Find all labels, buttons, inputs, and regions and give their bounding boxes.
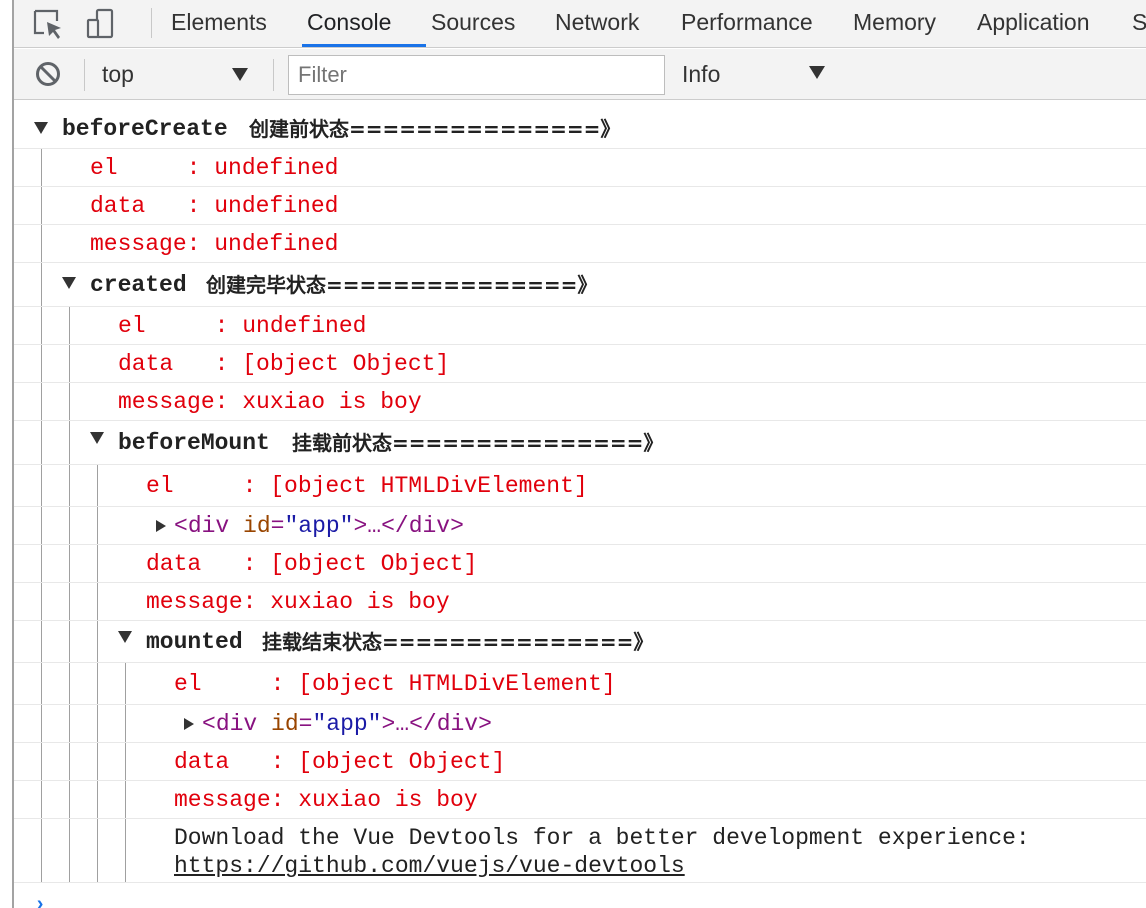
log-el: el : [object HTMLDivElement]	[174, 671, 616, 697]
log-line: el : undefined	[14, 149, 1146, 187]
tab-elements[interactable]: Elements	[171, 0, 267, 48]
log-line: data : [object Object]	[14, 743, 1146, 781]
context-selector[interactable]: top	[102, 56, 262, 92]
chevron-down-icon	[809, 66, 825, 79]
log-data: data : undefined	[90, 193, 339, 219]
log-line: message: xuxiao is boy	[14, 383, 1146, 421]
toolbar-divider	[273, 59, 274, 91]
triangle-down-icon[interactable]	[62, 277, 76, 289]
attr-equals: =	[298, 711, 313, 737]
tag-open-bracket: <	[174, 513, 188, 539]
log-message: message: undefined	[90, 231, 339, 257]
log-data: data : [object Object]	[146, 551, 478, 577]
console-toolbar: top Info	[14, 49, 1146, 100]
group-header-before-create[interactable]: beforeCreate 创建前状态===============》	[14, 109, 1146, 149]
devtools-tip-line: Download the Vue Devtools for a better d…	[14, 819, 1146, 883]
device-toolbar-icon[interactable]	[84, 7, 118, 41]
dom-node-preview[interactable]: <div id="app">…</div>	[174, 507, 464, 545]
log-level-selector[interactable]: Info	[682, 56, 842, 92]
log-line: data : [object Object]	[14, 345, 1146, 383]
tab-memory[interactable]: Memory	[853, 0, 936, 48]
tag-ellipsis: >…</	[353, 513, 409, 539]
tag-ellipsis: >…</	[381, 711, 437, 737]
group-name: created	[90, 272, 187, 298]
group-name: beforeCreate	[62, 116, 228, 142]
attr-value: "app"	[284, 513, 354, 539]
log-line: data : undefined	[14, 187, 1146, 225]
log-line: el : [object HTMLDivElement]	[14, 465, 1146, 507]
log-level-value: Info	[682, 61, 721, 87]
dom-node-line[interactable]: <div id="app">…</div>	[14, 507, 1146, 545]
triangle-down-icon[interactable]	[34, 122, 48, 134]
toolbar-divider	[84, 59, 85, 91]
attr-equals: =	[270, 513, 285, 539]
clear-console-icon[interactable]	[34, 60, 62, 88]
tab-more-cutoff[interactable]: S	[1132, 0, 1146, 48]
group-label: 创建完毕状态===============》	[206, 273, 598, 297]
attr-value: "app"	[312, 711, 382, 737]
dom-node-preview[interactable]: <div id="app">…</div>	[202, 705, 492, 743]
filter-input[interactable]	[288, 55, 665, 95]
log-line: message: xuxiao is boy	[14, 781, 1146, 819]
group-header-before-mount[interactable]: beforeMount 挂载前状态===============》	[14, 421, 1146, 465]
tab-network[interactable]: Network	[555, 0, 639, 48]
log-message: message: xuxiao is boy	[146, 589, 450, 615]
attr-name: id	[243, 513, 271, 539]
tab-console[interactable]: Console	[307, 0, 391, 48]
triangle-right-icon[interactable]	[184, 718, 194, 730]
group-label: 挂载结束状态===============》	[262, 630, 654, 654]
log-line: message: undefined	[14, 225, 1146, 263]
context-selector-value: top	[102, 61, 134, 87]
dom-node-line[interactable]: <div id="app">…</div>	[14, 705, 1146, 743]
tag-close-name: div	[436, 711, 479, 737]
chevron-down-icon	[232, 68, 248, 81]
triangle-down-icon[interactable]	[118, 631, 132, 643]
log-data: data : [object Object]	[174, 749, 506, 775]
devtools-tab-bar: Elements Console Sources Network Perform…	[14, 0, 1146, 48]
inspect-element-icon[interactable]	[31, 7, 65, 41]
log-data: data : [object Object]	[118, 351, 450, 377]
group-name: beforeMount	[118, 430, 270, 456]
log-line: data : [object Object]	[14, 545, 1146, 583]
active-tab-indicator	[302, 44, 426, 47]
triangle-right-icon[interactable]	[156, 520, 166, 532]
devtools-link[interactable]: https://github.com/vuejs/vue-devtools	[174, 852, 685, 880]
tag-name: div	[187, 513, 230, 539]
tab-bar-divider	[151, 8, 152, 38]
group-header-mounted[interactable]: mounted 挂载结束状态===============》	[14, 621, 1146, 663]
devtools-window: Elements Console Sources Network Perform…	[0, 0, 1146, 908]
tag-close-name: div	[408, 513, 451, 539]
console-messages: beforeCreate 创建前状态===============》 el : …	[14, 101, 1146, 908]
log-message: message: xuxiao is boy	[118, 389, 422, 415]
tag-close-bracket: >	[450, 513, 464, 539]
group-name: mounted	[146, 629, 243, 655]
tab-performance[interactable]: Performance	[681, 0, 813, 48]
log-el: el : undefined	[90, 155, 339, 181]
devtools-tip-text: Download the Vue Devtools for a better d…	[174, 825, 1030, 851]
attr-name: id	[271, 711, 299, 737]
tab-sources[interactable]: Sources	[431, 0, 515, 48]
group-label: 挂载前状态===============》	[292, 431, 664, 455]
log-line: el : [object HTMLDivElement]	[14, 663, 1146, 705]
log-message: message: xuxiao is boy	[174, 787, 478, 813]
log-el: el : undefined	[118, 313, 367, 339]
group-label: 创建前状态===============》	[249, 117, 621, 141]
tag-close-bracket: >	[478, 711, 492, 737]
group-header-created[interactable]: created 创建完毕状态===============》	[14, 263, 1146, 307]
tag-name: div	[215, 711, 258, 737]
log-el: el : [object HTMLDivElement]	[146, 473, 588, 499]
tab-application[interactable]: Application	[977, 0, 1090, 48]
triangle-down-icon[interactable]	[90, 432, 104, 444]
tag-open-bracket: <	[202, 711, 216, 737]
prompt-icon[interactable]: ›	[34, 894, 46, 908]
log-line: el : undefined	[14, 307, 1146, 345]
log-line: message: xuxiao is boy	[14, 583, 1146, 621]
